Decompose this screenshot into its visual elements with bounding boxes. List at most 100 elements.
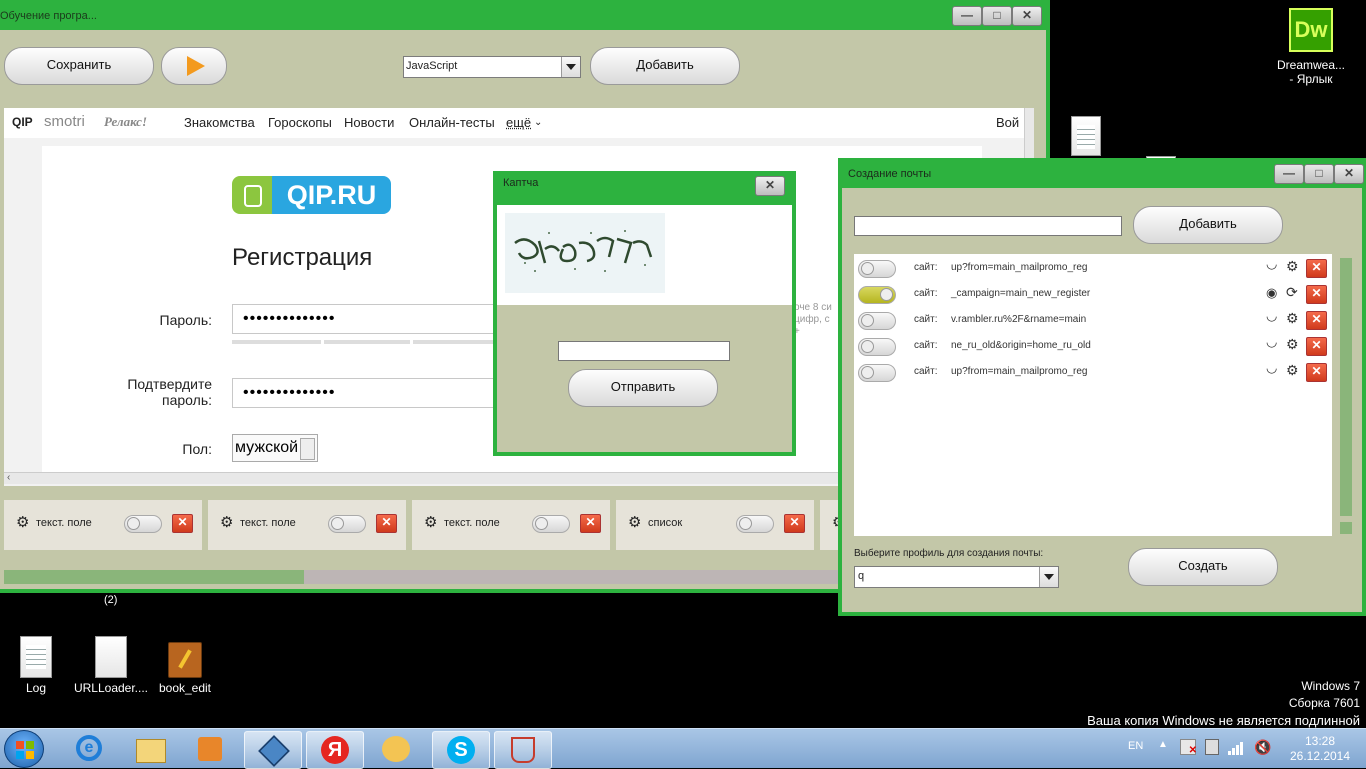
taskbar-skype[interactable]: S — [432, 731, 490, 769]
site-row[interactable]: сайт: ne_ru_old&origin=home_ru_old ◡ ⚙ ✕ — [854, 334, 1330, 359]
password-input[interactable]: •••••••••••••• — [232, 304, 502, 334]
gear-icon[interactable]: ⚙ — [1286, 258, 1299, 275]
field-card[interactable]: ⚙ список ✕ — [616, 500, 814, 550]
gender-select[interactable]: мужской — [232, 434, 318, 462]
java-icon — [511, 737, 535, 763]
field-toggle[interactable] — [328, 515, 366, 533]
eye-closed-icon[interactable]: ◡ — [1266, 308, 1277, 324]
delete-field-button[interactable]: ✕ — [172, 514, 193, 533]
field-card[interactable]: ⚙ текст. поле ✕ — [4, 500, 202, 550]
field-toggle[interactable] — [124, 515, 162, 533]
play-icon — [187, 56, 205, 76]
text-file-icon[interactable] — [1071, 116, 1101, 156]
site-toggle[interactable] — [858, 312, 896, 330]
eye-closed-icon[interactable]: ◡ — [1266, 360, 1277, 376]
gear-icon[interactable]: ⚙ — [1286, 336, 1299, 353]
volume-muted-icon[interactable]: 🔇 — [1254, 739, 1271, 756]
taskbar-ie[interactable]: e — [62, 731, 118, 767]
desktop-icon-log[interactable]: Log — [0, 636, 76, 695]
gear-icon[interactable]: ⚙ — [16, 513, 29, 531]
captcha-input[interactable] — [558, 341, 730, 361]
minimize-button[interactable]: — — [1274, 164, 1304, 184]
taskbar-virtualbox[interactable] — [244, 731, 302, 769]
desktop-icon-dreamweaver[interactable]: Dw Dreamwea... - Ярлык — [1271, 8, 1351, 86]
nav-link-dating[interactable]: Знакомства — [184, 115, 255, 130]
nav-brand-relax[interactable]: Релакс! — [104, 114, 147, 130]
taskbar-explorer[interactable] — [122, 731, 178, 767]
field-card[interactable]: ⚙ текст. поле ✕ — [208, 500, 406, 550]
gear-icon[interactable]: ⚙ — [424, 513, 437, 531]
gear-icon[interactable]: ⚙ — [628, 513, 641, 531]
folder-icon — [136, 739, 166, 763]
taskbar-java[interactable] — [494, 731, 552, 769]
delete-field-button[interactable]: ✕ — [784, 514, 805, 533]
eye-icon[interactable]: ◉ — [1266, 285, 1277, 301]
delete-field-button[interactable]: ✕ — [580, 514, 601, 533]
delete-site-button[interactable]: ✕ — [1306, 311, 1327, 330]
nav-link-horoscopes[interactable]: Гороскопы — [268, 115, 332, 130]
confirm-password-input[interactable]: •••••••••••••• — [232, 378, 502, 408]
eye-closed-icon[interactable]: ◡ — [1266, 256, 1277, 272]
site-row[interactable]: сайт: up?from=main_mailpromo_reg ◡ ⚙ ✕ — [854, 256, 1330, 281]
submit-captcha-button[interactable]: Отправить — [568, 369, 718, 407]
taskbar-yandex[interactable]: Я — [306, 731, 364, 769]
site-toggle[interactable] — [858, 286, 896, 304]
desktop-icon-book-edit[interactable]: book_edit — [145, 642, 225, 695]
tray-expand-icon[interactable]: ▲ — [1158, 739, 1168, 750]
site-row[interactable]: сайт: v.rambler.ru%2F&rname=main ◡ ⚙ ✕ — [854, 308, 1330, 333]
field-toggle[interactable] — [736, 515, 774, 533]
site-row[interactable]: сайт: _campaign=main_new_register ◉ ⟳ ✕ — [854, 282, 1330, 307]
site-prefix: сайт: — [914, 340, 938, 351]
field-toggle[interactable] — [532, 515, 570, 533]
delete-site-button[interactable]: ✕ — [1306, 259, 1327, 278]
network-icon[interactable] — [1228, 739, 1246, 755]
site-prefix: сайт: — [914, 262, 938, 273]
gear-icon[interactable]: ⚙ — [1286, 310, 1299, 327]
site-toggle[interactable] — [858, 338, 896, 356]
refresh-icon[interactable]: ⟳ — [1286, 284, 1298, 301]
field-card-label: список — [648, 517, 683, 529]
start-button[interactable] — [4, 730, 44, 768]
device-icon[interactable] — [1205, 739, 1219, 755]
delete-site-button[interactable]: ✕ — [1306, 337, 1327, 356]
field-card[interactable]: ⚙ текст. поле ✕ — [412, 500, 610, 550]
nav-login-link[interactable]: Вой — [996, 115, 1019, 130]
site-toggle[interactable] — [858, 260, 896, 278]
maximize-button[interactable]: □ — [982, 6, 1012, 26]
close-button[interactable]: ✕ — [755, 176, 785, 196]
profile-select[interactable]: q — [854, 566, 1059, 588]
language-indicator[interactable]: EN — [1128, 740, 1143, 752]
save-button[interactable]: Сохранить — [4, 47, 154, 85]
site-list-scrollbar[interactable] — [1340, 254, 1352, 536]
taskbar-media[interactable] — [182, 731, 238, 767]
maximize-button[interactable]: □ — [1304, 164, 1334, 184]
site-input[interactable] — [854, 216, 1122, 236]
language-select[interactable]: JavaScript — [403, 56, 581, 78]
delete-field-button[interactable]: ✕ — [376, 514, 397, 533]
site-toggle[interactable] — [858, 364, 896, 382]
delete-site-button[interactable]: ✕ — [1306, 285, 1327, 304]
nav-link-news[interactable]: Новости — [344, 115, 394, 130]
gear-icon[interactable]: ⚙ — [220, 513, 233, 531]
site-row[interactable]: сайт: up?from=main_mailpromo_reg ◡ ⚙ ✕ — [854, 360, 1330, 385]
gear-icon[interactable]: ⚙ — [1286, 362, 1299, 379]
desktop-icon-urlloader[interactable]: URLLoader.... — [71, 636, 151, 695]
close-button[interactable]: ✕ — [1334, 164, 1364, 184]
taskbar-paint[interactable] — [368, 731, 424, 767]
delete-site-button[interactable]: ✕ — [1306, 363, 1327, 382]
nav-link-tests[interactable]: Онлайн-тесты — [409, 115, 495, 130]
play-button[interactable] — [161, 47, 227, 85]
nav-link-more[interactable]: ещё — [506, 115, 531, 130]
action-center-icon[interactable]: ✕ — [1180, 739, 1197, 756]
add-button[interactable]: Добавить — [590, 47, 740, 85]
create-mail-button[interactable]: Создать — [1128, 548, 1278, 586]
close-button[interactable]: ✕ — [1012, 6, 1042, 26]
nav-brand-qip[interactable]: QIP — [12, 115, 33, 129]
clock[interactable]: 13:28 26.12.2014 — [1288, 734, 1352, 764]
minimize-button[interactable]: — — [952, 6, 982, 26]
add-site-button[interactable]: Добавить — [1133, 206, 1283, 244]
scroll-left-icon: ‹ — [7, 472, 11, 483]
hint-line: + — [794, 326, 800, 337]
eye-closed-icon[interactable]: ◡ — [1266, 334, 1277, 350]
nav-brand-smotri[interactable]: smotri — [44, 113, 85, 130]
